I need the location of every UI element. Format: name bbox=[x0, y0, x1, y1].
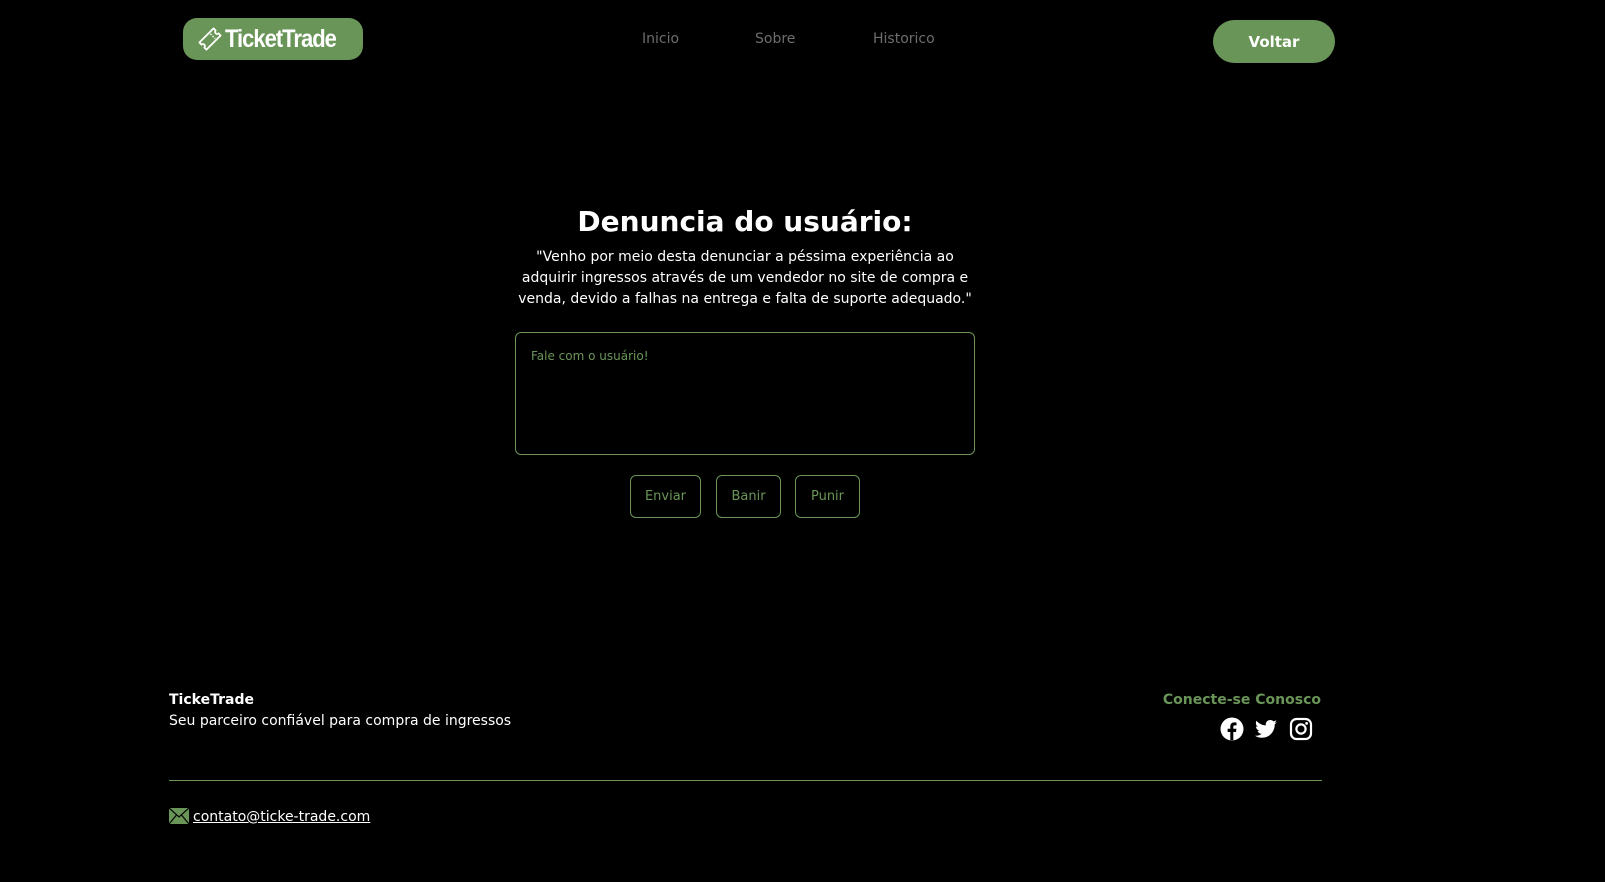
connect-title: Conecte-se Conosco bbox=[1162, 692, 1321, 708]
report-text: "Venho por meio desta denunciar a péssim… bbox=[518, 249, 972, 307]
footer-tagline: Seu parceiro confiável para compra de in… bbox=[169, 713, 512, 729]
back-button[interactable]: Voltar bbox=[1213, 20, 1335, 63]
ticket-icon bbox=[197, 26, 223, 52]
logo-text: TicketTrade bbox=[225, 24, 337, 53]
logo[interactable]: TicketTrade bbox=[183, 18, 363, 60]
page-title: Denuncia do usuário: bbox=[577, 205, 913, 238]
nav-link-inicio[interactable]: Inicio bbox=[642, 31, 679, 47]
punish-button[interactable]: Punir bbox=[795, 475, 860, 518]
contact-email-link[interactable]: contato@ticke-trade.com bbox=[193, 809, 370, 825]
mail-icon bbox=[168, 807, 190, 825]
instagram-icon[interactable] bbox=[1288, 716, 1314, 742]
facebook-icon[interactable] bbox=[1219, 716, 1245, 742]
ban-button[interactable]: Banir bbox=[716, 475, 781, 518]
nav-link-historico[interactable]: Historico bbox=[873, 31, 935, 47]
page: TicketTrade Inicio Sobre Historico Volta… bbox=[0, 0, 1605, 882]
footer-brand: TickeTrade bbox=[169, 692, 254, 708]
nav-link-sobre[interactable]: Sobre bbox=[755, 31, 795, 47]
message-input[interactable] bbox=[515, 332, 975, 455]
send-button[interactable]: Enviar bbox=[630, 475, 701, 518]
twitter-icon[interactable] bbox=[1253, 716, 1279, 742]
footer-divider bbox=[169, 780, 1322, 781]
